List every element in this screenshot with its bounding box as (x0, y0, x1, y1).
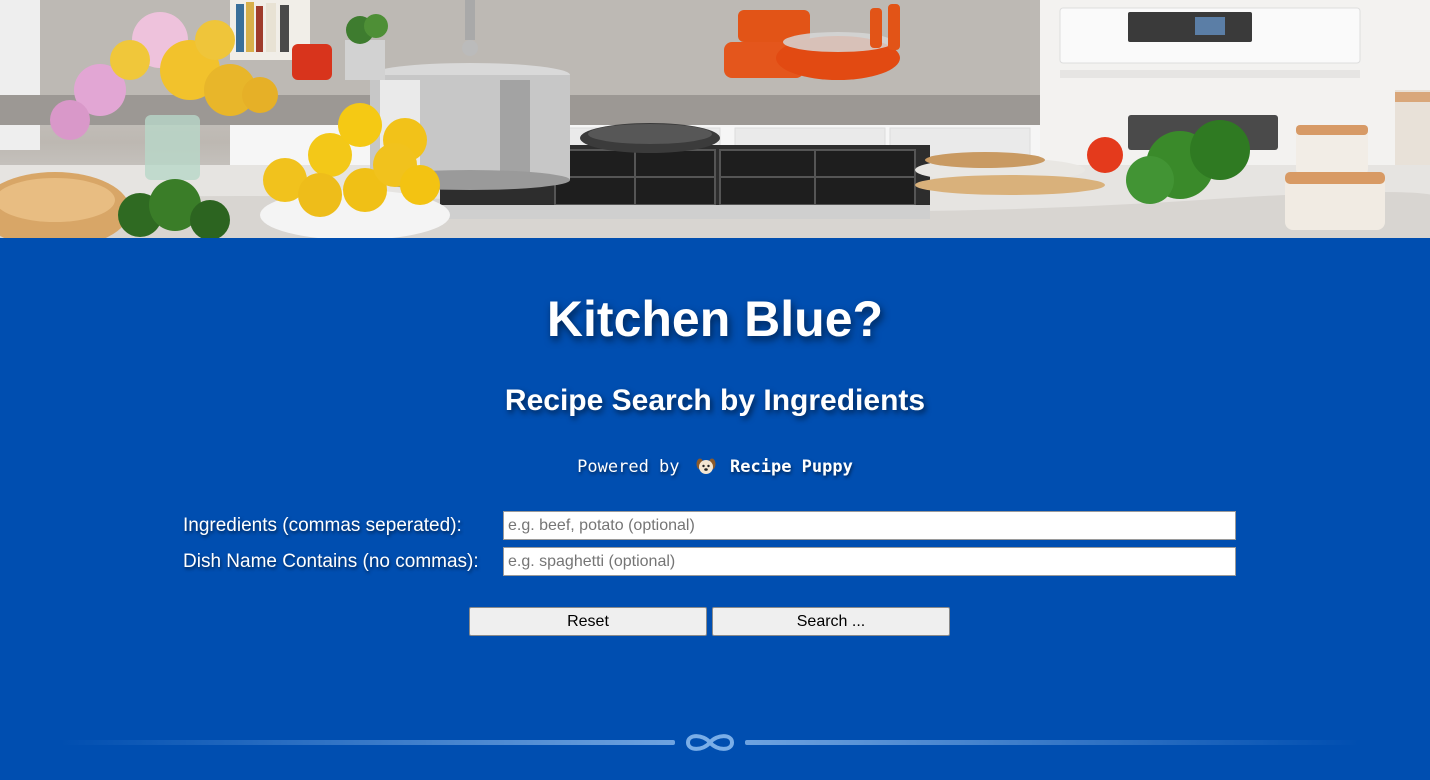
page-title: Kitchen Blue? (546, 291, 884, 347)
page-subtitle: Recipe Search by Ingredients (504, 384, 926, 417)
reset-button[interactable]: Reset (469, 607, 707, 636)
powered-by-prefix: Powered by (577, 457, 680, 477)
puppy-icon (696, 458, 716, 474)
footer-divider (60, 734, 1360, 751)
hero-kitchen-image (0, 0, 1430, 238)
main-panel: Kitchen Blue? Recipe Search by Ingredien… (0, 238, 1430, 780)
ingredients-row: Ingredients (commas seperated): (183, 511, 1243, 541)
ingredients-label: Ingredients (commas seperated): (183, 515, 462, 536)
ingredients-input[interactable] (503, 511, 1236, 540)
page: Kitchen Blue? Recipe Search by Ingredien… (0, 0, 1430, 780)
search-button[interactable]: Search ... (712, 607, 950, 636)
infinity-icon (685, 734, 735, 751)
divider-line-right (745, 740, 1360, 745)
dish-name-input[interactable] (503, 547, 1236, 576)
dish-name-label: Dish Name Contains (no commas): (183, 551, 479, 572)
dish-name-row: Dish Name Contains (no commas): (183, 547, 1243, 577)
kitchen-illustration (0, 0, 1430, 238)
recipe-puppy-link[interactable]: Recipe Puppy (730, 457, 853, 477)
powered-by: Powered by Recipe Puppy (0, 456, 1430, 478)
divider-line-left (60, 740, 675, 745)
